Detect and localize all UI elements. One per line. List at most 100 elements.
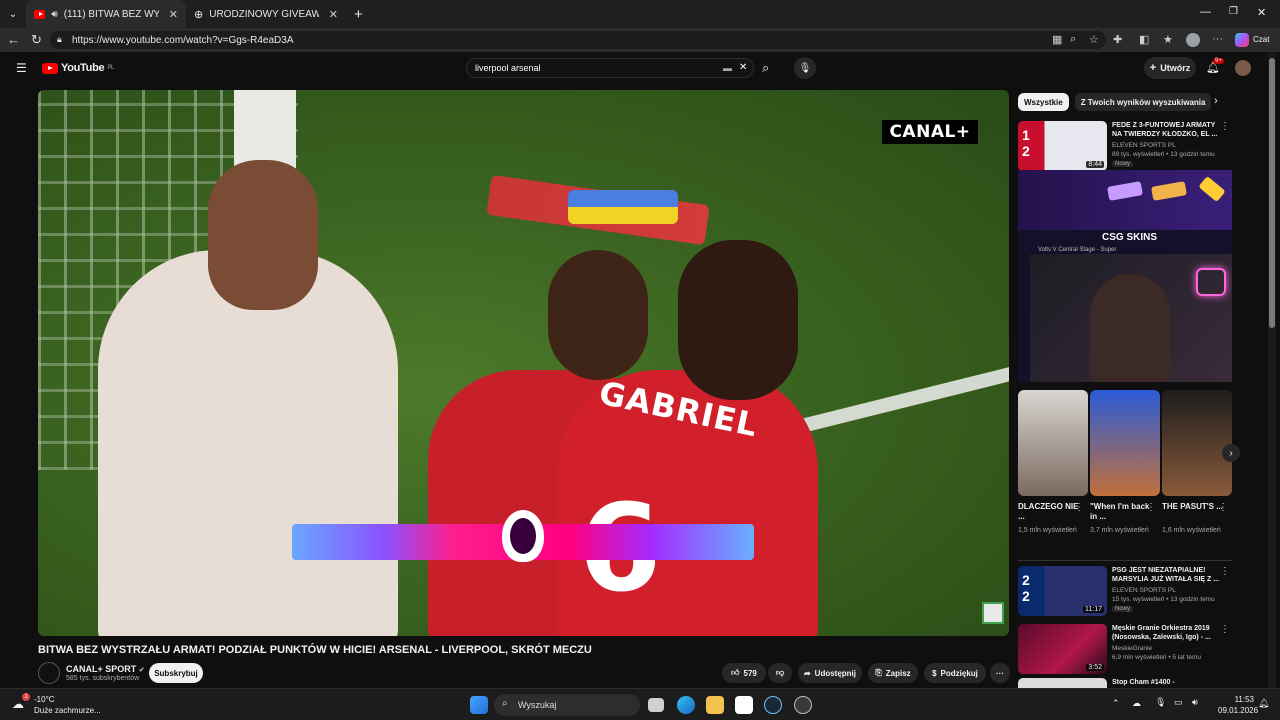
chips-next-icon[interactable]: ›	[1214, 95, 1218, 107]
search-placeholder: Wyszukaj	[518, 700, 557, 710]
account-avatar[interactable]	[1235, 60, 1251, 76]
scrollbar-thumb[interactable]	[1269, 58, 1275, 328]
back-icon[interactable]: ←	[7, 32, 20, 47]
neon-sign	[1196, 268, 1226, 296]
video-thumbnail[interactable]: 22 11:17	[1018, 566, 1107, 616]
clock[interactable]: 11:53 09.01.2026	[1218, 694, 1259, 716]
more-menu-icon[interactable]: ···	[1212, 33, 1223, 45]
video-thumbnail[interactable]: 12 8:44	[1018, 121, 1107, 171]
task-view-icon[interactable]	[648, 698, 664, 712]
app-icon[interactable]	[794, 696, 812, 714]
list-item[interactable]: 22 11:17 PSG JEST NIEZATAPIALNE! MARSYLI…	[1018, 566, 1234, 616]
tab-youtube[interactable]: 🔊︎ (111) BITWA BEZ WYSTRZAŁU ✕	[26, 0, 186, 28]
clear-search-icon[interactable]: ✕	[739, 62, 747, 73]
create-button[interactable]: + Utwórz	[1144, 57, 1196, 79]
dollar-icon: $	[932, 668, 937, 678]
store-icon[interactable]	[735, 696, 753, 714]
notifications-center-icon[interactable]: 🔔︎	[1258, 698, 1269, 709]
channel-name: ELEVEN SPORTS PL	[1112, 587, 1176, 594]
video-title: Stop Cham #1400 -	[1112, 679, 1175, 686]
minimize-button[interactable]: —	[1200, 6, 1211, 18]
video-title: FEDE Z 3-FUNTOWEJ ARMATY NA TWIERDZY KŁO…	[1112, 122, 1218, 138]
volume-icon[interactable]: 🔊︎	[1192, 697, 1198, 708]
video-title: PSG JEST NIEZATAPIALNE! MARSYLIA JUŻ WIT…	[1112, 567, 1220, 583]
close-tab-icon[interactable]: ✕	[169, 8, 178, 21]
tab-title: (111) BITWA BEZ WYSTRZAŁU	[63, 8, 159, 20]
reload-icon[interactable]: ↻	[31, 32, 42, 48]
youtube-header: ☰ YouTube PL liverpool arsenal ▬ ✕ ⌕ 🎙︎ …	[0, 52, 1280, 86]
list-item[interactable]: 12 8:44 FEDE Z 3-FUNTOWEJ ARMATY NA TWIE…	[1018, 121, 1234, 171]
microphone-icon[interactable]: 🎙︎	[1155, 697, 1166, 708]
save-label: Zapisz	[885, 668, 911, 678]
logo-text: YouTube	[61, 62, 105, 74]
more-options-icon[interactable]: ⋮	[1220, 624, 1230, 635]
menu-icon[interactable]: ☰	[16, 61, 27, 75]
favorites-icon[interactable]: ★	[1163, 33, 1173, 46]
streamer	[1090, 274, 1170, 382]
file-explorer-icon[interactable]	[706, 696, 724, 714]
create-label: Utwórz	[1160, 63, 1191, 73]
video-thumbnail[interactable]: 3:52	[1018, 624, 1107, 674]
tray-chevron-icon[interactable]: ⌃	[1112, 698, 1120, 709]
subscribe-button[interactable]: Subskrybuj	[149, 663, 203, 683]
video-player[interactable]: GABRIEL 6 CANAL+	[38, 90, 1009, 636]
copilot-icon[interactable]	[1235, 33, 1249, 47]
player-head	[208, 160, 318, 310]
dislike-button[interactable]: 👎︎	[768, 663, 792, 683]
steam-icon[interactable]	[764, 696, 782, 714]
more-options-icon[interactable]: ⋮	[1220, 121, 1230, 132]
app-icon[interactable]: ▦	[1052, 33, 1062, 46]
short-thumbnail[interactable]	[1090, 390, 1160, 496]
speaker-icon[interactable]: 🔊︎	[51, 9, 57, 20]
list-item[interactable]: Stop Cham #1400 -	[1018, 678, 1234, 688]
start-icon[interactable]	[470, 696, 488, 714]
video-thumbnail[interactable]	[1018, 678, 1107, 688]
edge-icon[interactable]	[677, 696, 695, 714]
favorite-star-icon[interactable]: ☆	[1089, 33, 1099, 46]
channel-avatar[interactable]	[38, 662, 60, 684]
youtube-logo[interactable]: YouTube PL	[42, 62, 114, 74]
search-icon[interactable]: ⌕	[762, 60, 769, 76]
weather-desc: Duże zachmurze...	[34, 706, 101, 715]
list-item[interactable]: 3:52 Męskie Granie Orkiestra 2019 (Nosow…	[1018, 624, 1234, 674]
tab-list-button[interactable]: ⌄	[0, 0, 26, 28]
save-button[interactable]: ⎘ Zapisz	[868, 663, 918, 683]
restore-button[interactable]: ❐	[1229, 6, 1238, 17]
tray-app-icon[interactable]: ☁︎	[1132, 698, 1141, 709]
score-overlay: 12	[1022, 127, 1030, 159]
taskbar: ☁︎ 1 -10°C Duże zachmurze... ⌕ Wyszukaj …	[0, 688, 1280, 720]
url-field[interactable]: 🔒︎ https://www.youtube.com/watch?v=Ggs-R…	[50, 31, 1106, 49]
shorts-next-icon[interactable]: ›	[1222, 444, 1240, 462]
zoom-icon[interactable]: ⌕	[1070, 33, 1076, 46]
voice-search-icon[interactable]: 🎙︎	[794, 57, 816, 79]
close-tab-icon[interactable]: ✕	[329, 8, 338, 21]
short-thumbnail[interactable]	[1018, 390, 1088, 496]
channel-name[interactable]: CANAL+ SPORT ✔︎	[66, 664, 145, 674]
tab-giveaway[interactable]: ⊕ URODZINOWY GIVEAWAY KAMIL ✕	[186, 0, 346, 28]
more-icon: ···	[996, 668, 1004, 678]
new-tab-button[interactable]: +	[346, 0, 371, 28]
close-window-button[interactable]: ✕	[1257, 6, 1266, 19]
site-info-icon[interactable]: 🔒︎	[57, 34, 62, 45]
short-thumbnail[interactable]	[1162, 390, 1232, 496]
network-icon[interactable]: ▭	[1174, 697, 1183, 708]
overlay-ad-stream[interactable]: CSG SKINS Volts V Central Stage - Super	[1018, 170, 1232, 382]
taskbar-search[interactable]: ⌕ Wyszukaj	[494, 694, 640, 716]
copilot-label[interactable]: Czat	[1253, 35, 1269, 44]
video-meta: 89 tys. wyświetleń • 13 godzin temu	[1112, 151, 1215, 158]
weather-widget[interactable]: -10°C Duże zachmurze...	[34, 694, 101, 716]
like-button[interactable]: 👍︎ 579	[722, 663, 766, 683]
more-actions-button[interactable]: ···	[990, 663, 1010, 683]
share-button[interactable]: ➦ Udostępnij	[798, 663, 862, 683]
keyboard-icon[interactable]: ▬	[723, 63, 732, 73]
date: 09.01.2026	[1218, 706, 1259, 715]
thanks-button[interactable]: $ Podziękuj	[924, 663, 986, 683]
split-screen-icon[interactable]: ◧	[1139, 33, 1149, 46]
chip-all[interactable]: Wszystkie	[1018, 93, 1069, 111]
more-options-icon[interactable]: ⋮	[1220, 566, 1230, 577]
extensions-icon[interactable]: ✚	[1113, 33, 1122, 46]
profile-avatar[interactable]	[1186, 33, 1200, 47]
chip-from-search[interactable]: Z Twoich wyników wyszukiwania	[1074, 93, 1212, 111]
short-views: 1,5 mln wyświetleń	[1018, 527, 1077, 534]
search-input[interactable]: liverpool arsenal ▬ ✕	[466, 58, 754, 78]
